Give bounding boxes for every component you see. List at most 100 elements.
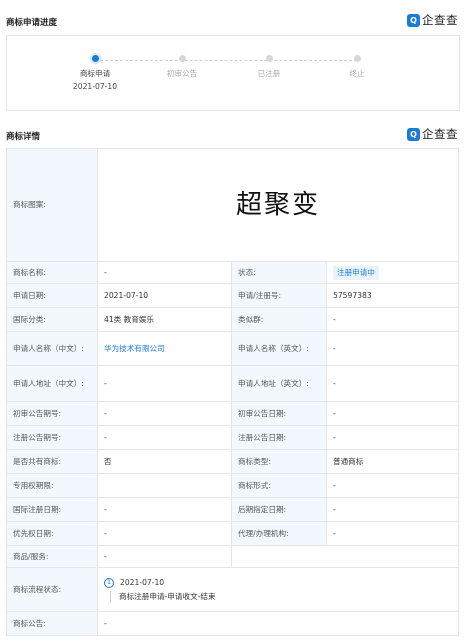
intl-reg-date-label: 国际注册日期: xyxy=(6,497,98,522)
step-label: 商标申请 xyxy=(79,69,111,78)
details-header: 商标详情 Q 企查查 xyxy=(0,126,466,146)
announcement-label: 商标公告: xyxy=(6,611,98,636)
table-row: 初审公告期号: - 初审公告日期: - xyxy=(6,401,460,426)
similar-group-value: - xyxy=(325,307,460,332)
progress-step-preliminary: 初审公告 xyxy=(142,55,222,79)
apply-date-label: 申请日期: xyxy=(6,283,98,308)
trademark-detail-table: 商标图案: 超聚变 商标名称: - 状态: 注册申请中 申请日期: 2021-0… xyxy=(6,148,460,636)
reg-issue-label: 注册公告期号: xyxy=(6,425,98,450)
qichacha-logo[interactable]: Q 企查查 xyxy=(407,126,458,142)
flow-date: 2021-07-10 xyxy=(120,577,165,587)
flow-description: 商标注册申请-申请收文-结束 xyxy=(110,590,452,603)
reg-date-value: - xyxy=(325,425,460,450)
prelim-date-label: 初审公告日期: xyxy=(231,401,327,426)
apply-date-value: 2021-07-10 xyxy=(97,283,232,308)
later-designation-value: - xyxy=(325,497,460,522)
table-row: 申请人地址（中文）: - 申请人地址（英文）: - xyxy=(6,365,460,402)
agency-label: 代理/办理机构: xyxy=(231,521,327,546)
goods-label: 商品/服务: xyxy=(6,545,98,568)
progress-step-terminated: 终止 xyxy=(317,55,397,79)
agency-value: - xyxy=(325,521,460,546)
table-row: 国际分类: 41类 教育娱乐 类似群: - xyxy=(6,307,460,332)
table-row: 注册公告期号: - 注册公告日期: - xyxy=(6,425,460,450)
qichacha-logo-icon: Q xyxy=(407,13,420,27)
intl-class-value: 41类 教育娱乐 xyxy=(97,307,232,332)
table-row: 商标名称: - 状态: 注册申请中 xyxy=(6,261,460,284)
announcement-value: - xyxy=(96,611,460,636)
table-row: 申请日期: 2021-07-10 申请/注册号: 57597383 xyxy=(6,283,460,308)
similar-group-label: 类似群: xyxy=(231,307,327,332)
applicant-addr-en-label: 申请人地址（英文）: xyxy=(231,365,327,402)
trademark-image: 超聚变 xyxy=(96,148,460,262)
table-row: 商标图案: 超聚变 xyxy=(6,148,460,262)
table-row: 商品/服务: - xyxy=(6,545,460,568)
flow-item: 1 2021-07-10 xyxy=(104,577,452,589)
step-label: 已注册 xyxy=(257,69,281,78)
applicant-name-cn-cell: 华为技术有限公司 xyxy=(97,331,232,366)
trademark-name-art: 超聚变 xyxy=(236,190,321,220)
qichacha-logo-text: 企查查 xyxy=(422,127,458,141)
step-date: 2021-07-10 xyxy=(72,82,118,91)
reg-date-label: 注册公告日期: xyxy=(231,425,327,450)
table-row: 商标流程状态: 1 2021-07-10 商标注册申请-申请收文-结束 xyxy=(6,567,460,612)
progress-title: 商标申请进度 xyxy=(6,18,58,28)
priority-date-value: - xyxy=(97,521,232,546)
shared-label: 是否共有商标: xyxy=(6,449,98,474)
applicant-addr-cn-value: - xyxy=(97,365,232,402)
step-dot xyxy=(178,55,186,62)
step-dot xyxy=(265,55,273,62)
reg-number-value: 57597383 xyxy=(325,283,460,308)
progress-tracker: 商标申请 2021-07-10 初审公告 已注册 终止 xyxy=(6,35,460,111)
applicant-name-en-value: - xyxy=(325,331,460,366)
applicant-addr-cn-label: 申请人地址（中文）: xyxy=(6,365,98,402)
status-cell: 注册申请中 xyxy=(325,261,460,284)
details-title: 商标详情 xyxy=(6,132,41,142)
goods-empty xyxy=(230,545,460,568)
progress-step-apply: 商标申请 2021-07-10 xyxy=(55,55,135,91)
prelim-issue-label: 初审公告期号: xyxy=(6,401,98,426)
trademark-type-value: 普通商标 xyxy=(325,449,460,474)
applicant-name-en-label: 申请人名称（英文）: xyxy=(231,331,327,366)
flow-step-number: 1 xyxy=(104,577,114,588)
exclusive-term-label: 专用权期限: xyxy=(6,473,98,498)
prelim-issue-value: - xyxy=(97,401,232,426)
reg-number-label: 申请/注册号: xyxy=(231,283,327,308)
table-row: 优先权日期: - 代理/办理机构: - xyxy=(6,521,460,546)
goods-value: - xyxy=(97,545,232,568)
qichacha-logo-icon: Q xyxy=(407,127,420,141)
status-label: 状态: xyxy=(231,261,327,284)
priority-date-label: 优先权日期: xyxy=(6,521,98,546)
reg-issue-value: - xyxy=(97,425,232,450)
table-row: 专用权期限: 商标形式: - xyxy=(6,473,460,498)
step-label: 终止 xyxy=(349,69,365,78)
table-row: 是否共有商标: 否 商标类型: 普通商标 xyxy=(6,449,460,474)
flow-status-label: 商标流程状态: xyxy=(6,567,98,612)
trademark-name-label: 商标名称: xyxy=(6,261,98,284)
applicant-name-cn-label: 申请人名称（中文）: xyxy=(6,331,98,366)
progress-header: 商标申请进度 Q 企查查 xyxy=(0,12,466,32)
step-label: 初审公告 xyxy=(166,69,198,78)
step-dot xyxy=(353,55,361,62)
qichacha-logo[interactable]: Q 企查查 xyxy=(407,12,458,28)
qichacha-logo-text: 企查查 xyxy=(422,13,458,27)
table-row: 申请人名称（中文）: 华为技术有限公司 申请人名称（英文）: - xyxy=(6,331,460,366)
intl-class-label: 国际分类: xyxy=(6,307,98,332)
trademark-image-label: 商标图案: xyxy=(6,148,98,262)
progress-step-registered: 已注册 xyxy=(229,55,309,79)
step-dot-active xyxy=(91,55,99,62)
later-designation-label: 后期指定日期: xyxy=(231,497,327,522)
trademark-form-label: 商标形式: xyxy=(231,473,327,498)
trademark-name-value: - xyxy=(97,261,232,284)
trademark-type-label: 商标类型: xyxy=(231,449,327,474)
flow-status-cell: 1 2021-07-10 商标注册申请-申请收文-结束 xyxy=(96,567,460,612)
status-badge: 注册申请中 xyxy=(333,265,379,280)
prelim-date-value: - xyxy=(325,401,460,426)
applicant-addr-en-value: - xyxy=(325,365,460,402)
intl-reg-date-value: - xyxy=(97,497,232,522)
table-row: 商标公告: - xyxy=(6,611,460,636)
exclusive-term-value xyxy=(97,473,232,498)
table-row: 国际注册日期: - 后期指定日期: - xyxy=(6,497,460,522)
trademark-form-value: - xyxy=(325,473,460,498)
applicant-name-link[interactable]: 华为技术有限公司 xyxy=(104,344,165,353)
shared-value: 否 xyxy=(97,449,232,474)
